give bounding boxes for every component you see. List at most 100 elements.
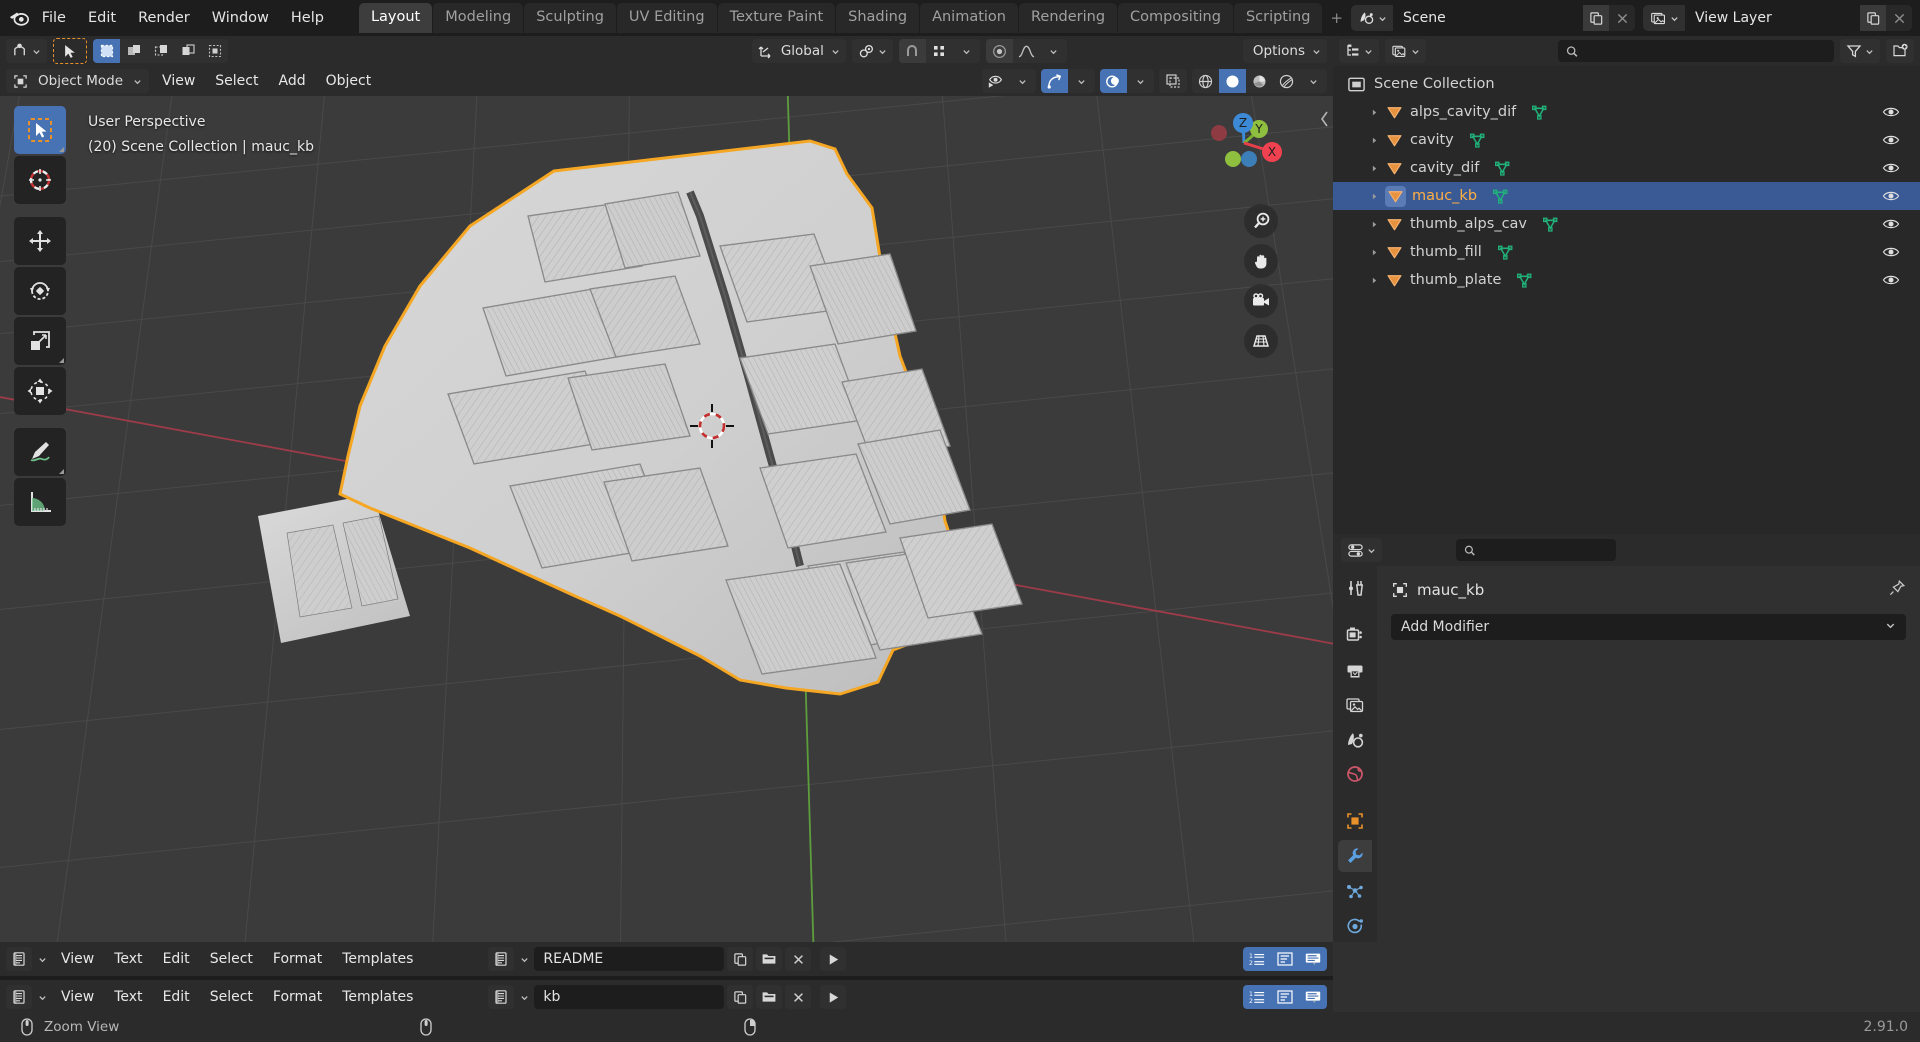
disclosure-triangle-icon[interactable] xyxy=(1363,220,1385,229)
text-menu-templates[interactable]: Templates xyxy=(333,986,422,1008)
tool-tweak-select[interactable] xyxy=(14,106,66,154)
delete-view-layer-button[interactable] xyxy=(1886,5,1912,31)
workspace-tab-sculpting[interactable]: Sculpting xyxy=(524,3,616,33)
select-difference-icon[interactable] xyxy=(174,39,201,63)
text-datablock-icon[interactable] xyxy=(488,985,515,1009)
text-display-toggles-1[interactable]: 12 xyxy=(1243,947,1327,971)
disclosure-triangle-icon[interactable] xyxy=(1363,192,1385,201)
mesh-data-icon[interactable] xyxy=(1496,243,1515,262)
overlays-icon[interactable] xyxy=(1100,69,1127,93)
chevron-down-icon[interactable] xyxy=(952,39,980,63)
eye-open-icon[interactable] xyxy=(1882,126,1900,154)
text-menu-templates[interactable]: Templates xyxy=(333,948,422,970)
chevron-down-icon[interactable] xyxy=(517,947,531,971)
object-mode-dropdown[interactable]: Object Mode xyxy=(6,69,150,93)
toggle-perspective-icon[interactable] xyxy=(1244,324,1278,358)
properties-tab-render[interactable] xyxy=(1338,619,1372,651)
text-display-toggles-2[interactable]: 12 xyxy=(1243,985,1327,1009)
overlays-group[interactable] xyxy=(1100,69,1154,93)
menu-edit[interactable]: Edit xyxy=(77,6,127,31)
properties-tab-world[interactable] xyxy=(1338,759,1372,791)
outliner-row[interactable]: thumb_plate xyxy=(1333,266,1920,294)
eye-open-icon[interactable] xyxy=(1882,98,1900,126)
word-wrap-icon[interactable] xyxy=(1271,985,1299,1009)
properties-tab-physics[interactable] xyxy=(1338,910,1372,942)
delete-scene-button[interactable] xyxy=(1609,5,1635,31)
workspace-tab-uv-editing[interactable]: UV Editing xyxy=(616,3,717,33)
shading-rendered-icon[interactable] xyxy=(1273,69,1300,93)
scene-name[interactable]: Scene xyxy=(1393,5,1583,31)
mesh-data-icon[interactable] xyxy=(1493,159,1512,178)
text-menu-view[interactable]: View xyxy=(52,948,103,970)
mesh-data-icon[interactable] xyxy=(1468,131,1487,150)
eye-open-icon[interactable] xyxy=(1882,154,1900,182)
select-subtract-icon[interactable] xyxy=(147,39,174,63)
menu-file[interactable]: File xyxy=(31,6,77,31)
add-workspace-button[interactable]: + xyxy=(1322,9,1351,27)
text-editor-icon[interactable] xyxy=(6,985,32,1009)
text-menu-format[interactable]: Format xyxy=(264,986,331,1008)
snap-grid-icon[interactable] xyxy=(925,39,953,63)
text-filename-field-2[interactable]: kb xyxy=(534,985,725,1009)
magnet-icon[interactable] xyxy=(898,39,926,63)
properties-search-input[interactable] xyxy=(1481,542,1608,558)
workspace-tab-compositing[interactable]: Compositing xyxy=(1118,3,1233,33)
chevron-left-icon[interactable] xyxy=(1319,110,1331,132)
filter-id-icon[interactable] xyxy=(1385,39,1426,63)
tool-rotate[interactable] xyxy=(14,267,66,315)
menu-help[interactable]: Help xyxy=(280,6,335,31)
viewport-canvas[interactable] xyxy=(0,96,1333,942)
tool-cursor[interactable] xyxy=(14,156,66,204)
outliner-editor[interactable]: Scene Collection alps_cavity_dif cavity ca… xyxy=(1333,36,1920,534)
smooth-falloff-icon[interactable] xyxy=(1012,39,1040,63)
mesh-data-icon[interactable] xyxy=(1491,187,1510,206)
tool-transform[interactable] xyxy=(14,367,66,415)
properties-tab-object[interactable] xyxy=(1338,805,1372,837)
eye-open-icon[interactable] xyxy=(1882,238,1900,266)
workspace-tab-texture-paint[interactable]: Texture Paint xyxy=(717,3,836,33)
workspace-tab-layout[interactable]: Layout xyxy=(358,3,433,33)
word-wrap-icon[interactable] xyxy=(1271,947,1299,971)
chevron-down-icon[interactable] xyxy=(1009,69,1036,93)
tool-expand-corner[interactable] xyxy=(59,147,64,152)
new-collection-icon[interactable] xyxy=(1886,39,1914,63)
open-folder-icon[interactable] xyxy=(756,985,783,1009)
add-modifier-dropdown[interactable]: Add Modifier xyxy=(1391,614,1906,640)
tool-expand-corner[interactable] xyxy=(59,469,64,474)
properties-search-box[interactable] xyxy=(1456,539,1616,561)
view-layer-icon[interactable] xyxy=(1643,5,1685,31)
chevron-down-icon[interactable] xyxy=(1300,69,1327,93)
outliner-row[interactable]: thumb_fill xyxy=(1333,238,1920,266)
disclosure-triangle-icon[interactable] xyxy=(1363,108,1385,117)
shading-wireframe-icon[interactable] xyxy=(1192,69,1219,93)
properties-editor-icon[interactable] xyxy=(1341,538,1382,562)
chevron-down-icon[interactable] xyxy=(1039,39,1067,63)
text-menu-text[interactable]: Text xyxy=(105,948,151,970)
line-numbers-icon[interactable]: 12 xyxy=(1243,985,1271,1009)
tool-annotate[interactable] xyxy=(14,428,66,476)
tool-scale[interactable] xyxy=(14,317,66,365)
chevron-down-icon[interactable] xyxy=(1127,69,1154,93)
mesh-data-icon[interactable] xyxy=(1541,215,1560,234)
disclosure-triangle-icon[interactable] xyxy=(1363,276,1385,285)
unlink-x-icon[interactable] xyxy=(785,985,812,1009)
camera-view-icon[interactable] xyxy=(1244,284,1278,318)
menu-window[interactable]: Window xyxy=(201,6,280,31)
proportional-edit-group[interactable] xyxy=(985,39,1067,63)
new-text-icon[interactable] xyxy=(727,947,754,971)
disclosure-triangle-icon[interactable] xyxy=(1363,248,1385,257)
eye-open-icon[interactable] xyxy=(1882,210,1900,238)
mesh-data-icon[interactable] xyxy=(1530,103,1549,122)
syntax-highlight-icon[interactable] xyxy=(1299,985,1327,1009)
shading-material-icon[interactable] xyxy=(1246,69,1273,93)
new-view-layer-button[interactable] xyxy=(1860,5,1886,31)
pan-hand-icon[interactable] xyxy=(1244,244,1278,278)
toggle-xray-icon[interactable] xyxy=(1159,69,1187,93)
pivot-point-dropdown[interactable] xyxy=(851,39,893,63)
outliner-row[interactable]: cavity xyxy=(1333,126,1920,154)
properties-tab-modifiers[interactable] xyxy=(1338,840,1372,873)
blender-logo-icon[interactable] xyxy=(8,0,31,36)
run-script-play-icon[interactable] xyxy=(820,985,847,1009)
proportional-edit-icon[interactable] xyxy=(985,39,1013,63)
properties-tab-scene[interactable] xyxy=(1338,724,1372,756)
